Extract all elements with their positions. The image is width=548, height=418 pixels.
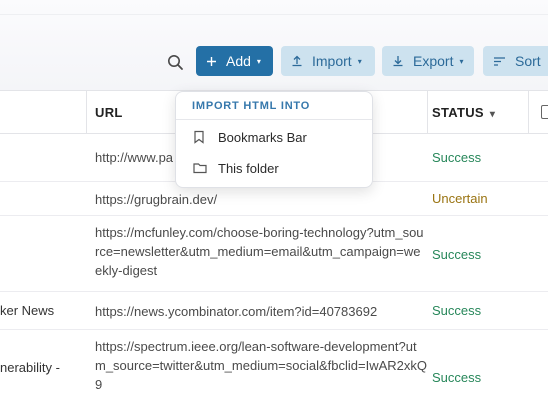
url-cell[interactable]: https://news.ycombinator.com/item?id=407… bbox=[95, 302, 427, 321]
menu-item-label: Bookmarks Bar bbox=[218, 129, 307, 145]
status-cell: Success bbox=[432, 303, 482, 318]
import-dropdown-menu: IMPORT HTML INTO Bookmarks Bar This fold… bbox=[175, 91, 373, 188]
bookmark-icon bbox=[193, 130, 209, 144]
download-icon bbox=[392, 55, 404, 67]
column-settings-icon[interactable] bbox=[541, 105, 548, 119]
menu-item-label: This folder bbox=[218, 160, 279, 176]
import-button[interactable]: Import ▾ bbox=[281, 46, 375, 76]
plus-icon bbox=[206, 56, 217, 67]
chevron-down-icon: ▾ bbox=[256, 56, 261, 66]
table-row[interactable]: https://mcfunley.com/choose-boring-techn… bbox=[0, 216, 548, 292]
column-header-status[interactable]: STATUS ▾ bbox=[432, 105, 495, 120]
sort-caret-icon: ▾ bbox=[489, 109, 496, 120]
title-cell: ker News bbox=[0, 303, 55, 318]
sort-icon bbox=[493, 56, 506, 67]
divider bbox=[0, 14, 548, 15]
upload-icon bbox=[291, 55, 303, 67]
column-divider bbox=[86, 91, 87, 133]
url-cell[interactable]: https://mcfunley.com/choose-boring-techn… bbox=[95, 223, 427, 280]
add-button-label: Add bbox=[226, 53, 251, 69]
import-button-label: Import bbox=[312, 53, 352, 69]
table-row[interactable]: nerability - https://spectrum.ieee.org/l… bbox=[0, 330, 548, 418]
export-button[interactable]: Export ▾ bbox=[382, 46, 474, 76]
table-row[interactable]: ker News https://news.ycombinator.com/it… bbox=[0, 292, 548, 330]
sort-button[interactable]: Sort bbox=[483, 46, 548, 76]
menu-header: IMPORT HTML INTO bbox=[176, 92, 372, 120]
menu-item-this-folder[interactable]: This folder bbox=[176, 153, 372, 183]
search-button[interactable] bbox=[162, 50, 188, 74]
url-cell[interactable]: https://grugbrain.dev/ bbox=[95, 190, 427, 209]
status-cell: Success bbox=[432, 150, 482, 165]
status-cell: Success bbox=[432, 370, 482, 385]
title-cell: nerability - bbox=[0, 360, 60, 375]
folder-icon bbox=[193, 162, 209, 174]
export-button-label: Export bbox=[413, 53, 454, 69]
menu-item-bookmarks-bar[interactable]: Bookmarks Bar bbox=[176, 122, 372, 152]
search-icon bbox=[167, 54, 183, 70]
column-divider bbox=[427, 91, 428, 133]
add-button[interactable]: Add ▾ bbox=[196, 46, 273, 76]
column-divider bbox=[528, 91, 529, 133]
status-cell: Uncertain bbox=[432, 191, 488, 206]
sort-button-label: Sort bbox=[515, 53, 541, 69]
column-header-status-label: STATUS bbox=[432, 105, 484, 120]
chevron-down-icon: ▾ bbox=[357, 56, 362, 66]
column-header-url[interactable]: URL bbox=[95, 105, 123, 120]
chevron-down-icon: ▾ bbox=[459, 56, 464, 66]
status-cell: Success bbox=[432, 247, 482, 262]
url-cell[interactable]: https://spectrum.ieee.org/lean-software-… bbox=[95, 337, 427, 394]
